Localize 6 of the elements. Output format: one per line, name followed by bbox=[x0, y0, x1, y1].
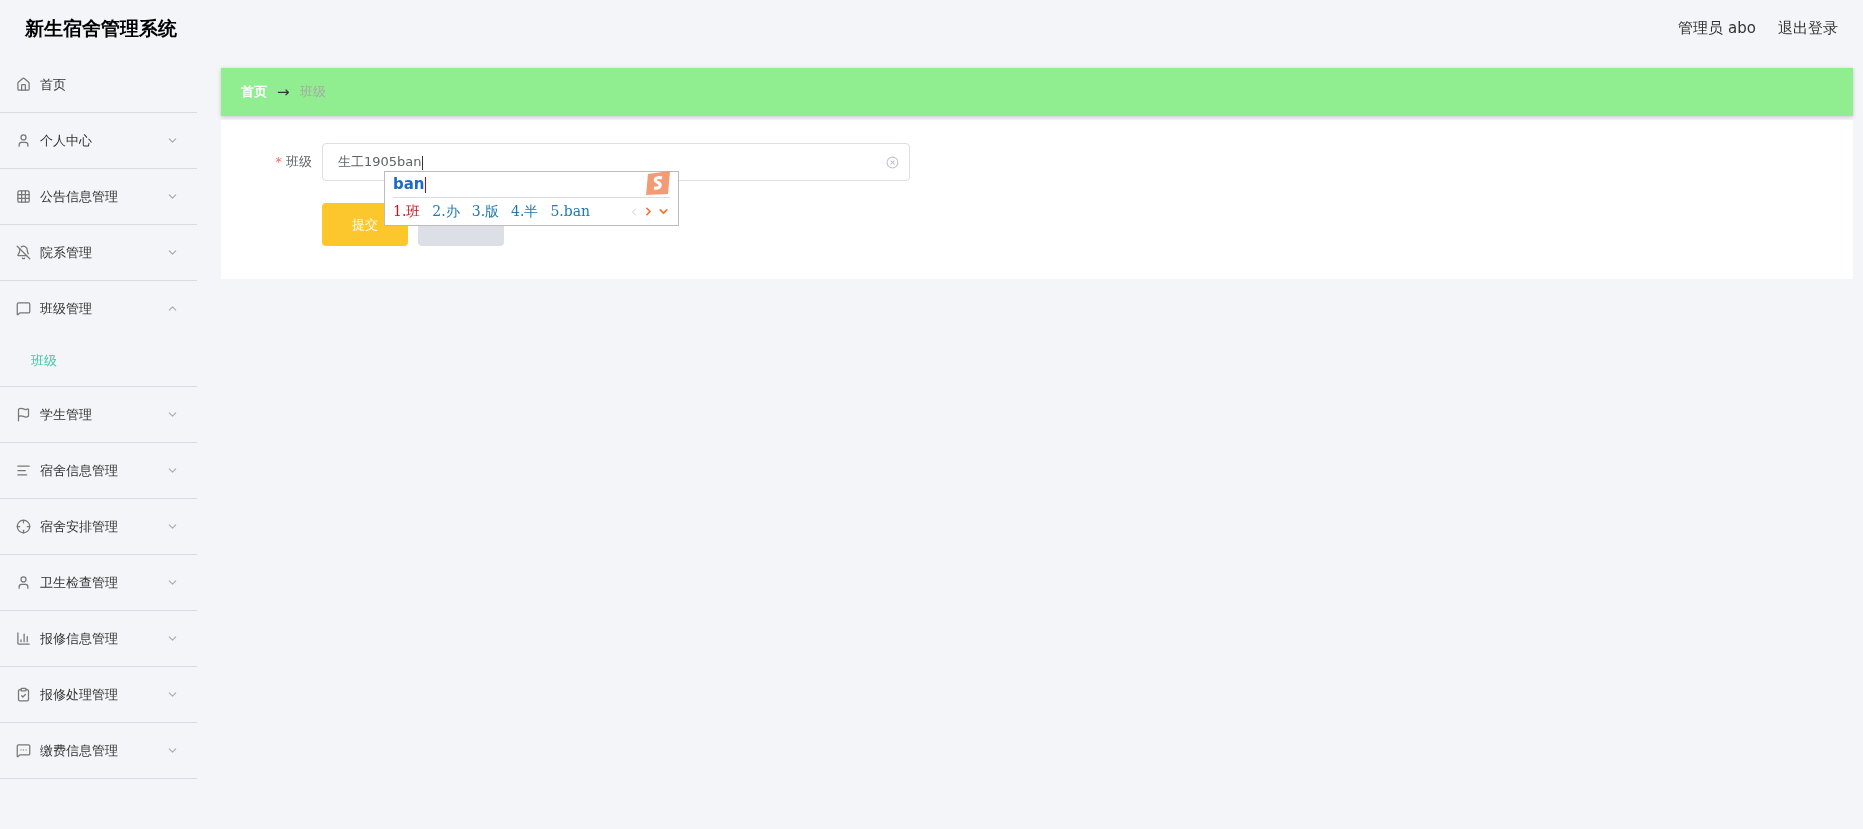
app-title: 新生宿舍管理系统 bbox=[25, 16, 177, 42]
field-label: 班级 bbox=[286, 153, 312, 172]
user-name: 管理员 abo bbox=[1678, 18, 1756, 40]
breadcrumb-separator: → bbox=[277, 81, 290, 103]
required-mark: * bbox=[275, 153, 282, 172]
breadcrumb-item: 班级 bbox=[299, 83, 326, 102]
